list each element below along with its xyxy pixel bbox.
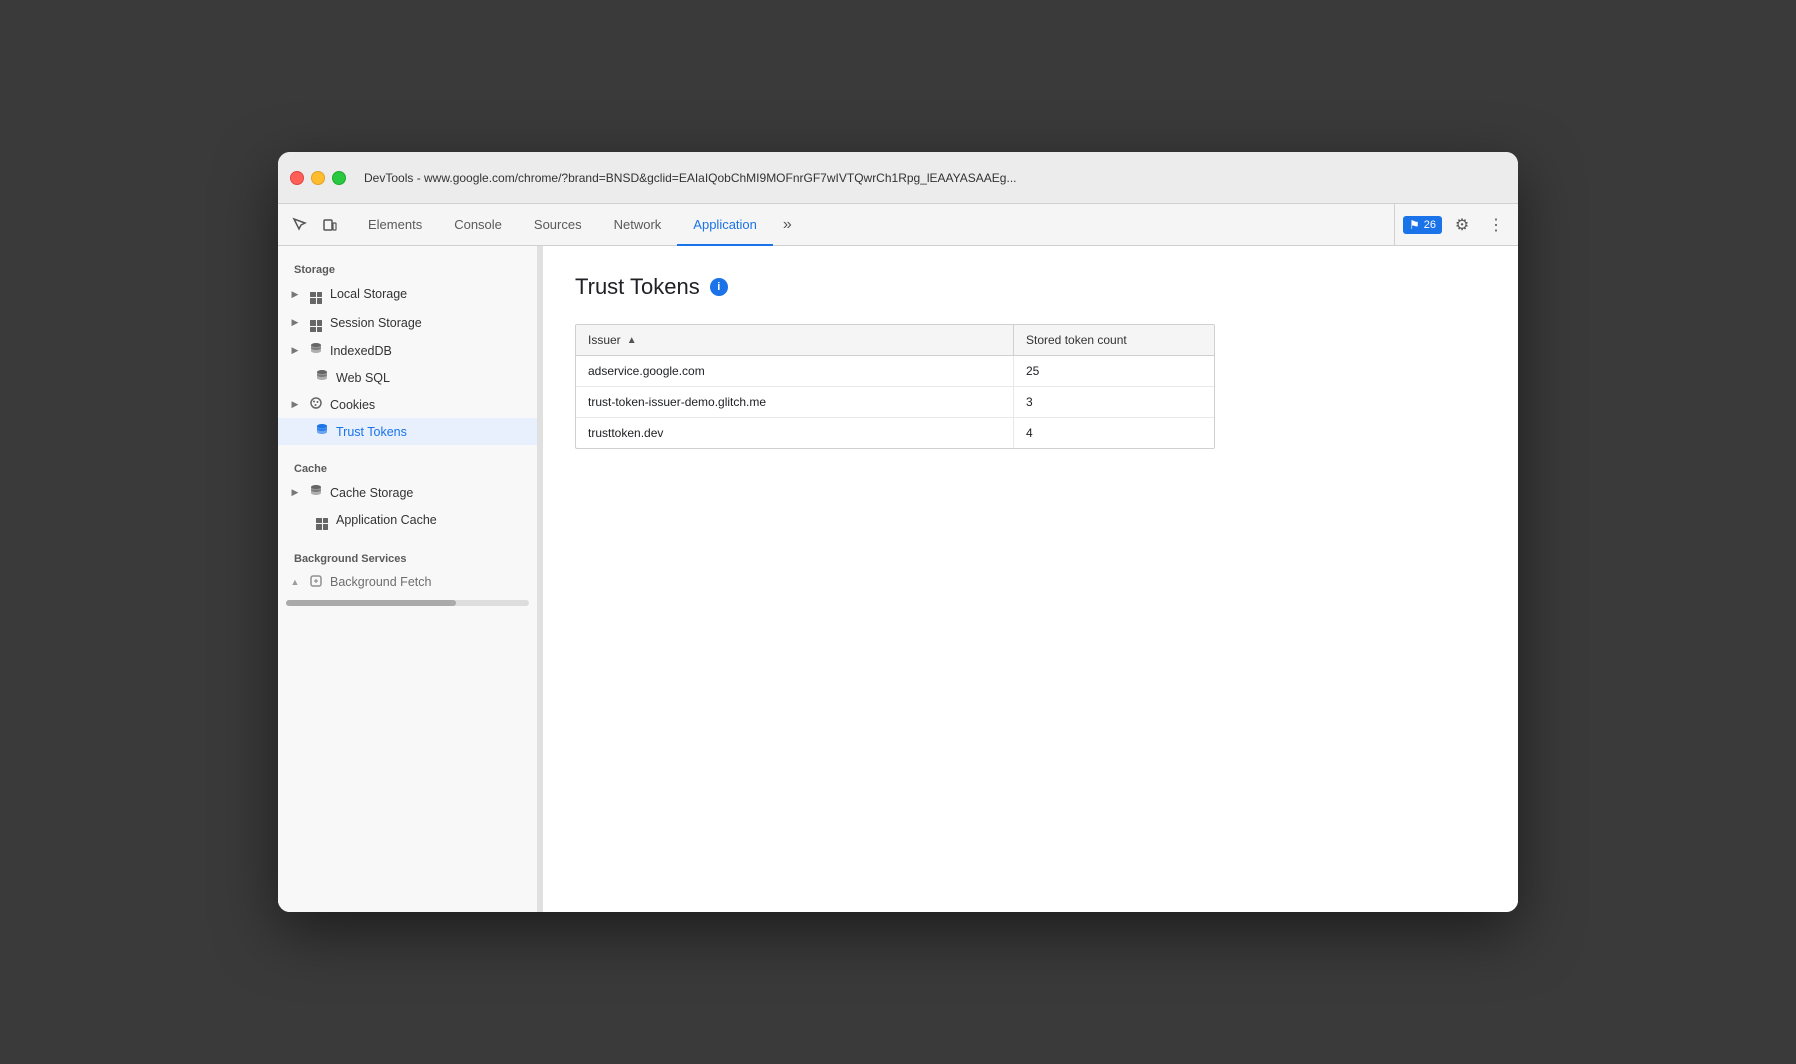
info-icon[interactable]: i	[710, 278, 728, 296]
table-header: Issuer ▲ Stored token count	[576, 325, 1214, 356]
settings-button[interactable]: ⚙	[1448, 211, 1476, 239]
device-icon[interactable]	[316, 211, 344, 239]
close-button[interactable]	[290, 171, 304, 185]
issuer-cell: trust-token-issuer-demo.glitch.me	[576, 387, 1014, 417]
expand-arrow: ▲	[288, 575, 302, 589]
tabbar-actions: ⚑ 26 ⚙ ⋮	[1394, 204, 1518, 245]
tab-more-button[interactable]: »	[773, 204, 802, 245]
content-area: Trust Tokens i Issuer ▲ Stored token cou…	[543, 246, 1518, 912]
indexeddb-icon	[308, 342, 324, 359]
sidebar-item-session-storage[interactable]: ▶ Session Storage	[278, 309, 537, 338]
sidebar-scrollbar[interactable]	[286, 600, 529, 606]
inspector-icon[interactable]	[286, 211, 314, 239]
sidebar-item-indexeddb[interactable]: ▶ IndexedDB	[278, 337, 537, 364]
local-storage-icon	[308, 285, 324, 304]
sidebar-item-local-storage[interactable]: ▶ Local Storage	[278, 280, 537, 309]
issues-badge[interactable]: ⚑ 26	[1403, 216, 1442, 234]
sidebar-item-cache-storage[interactable]: ▶ Cache Storage	[278, 479, 537, 506]
trust-tokens-table: Issuer ▲ Stored token count adservice.go…	[575, 324, 1215, 449]
issuer-cell: adservice.google.com	[576, 356, 1014, 386]
count-cell: 25	[1014, 356, 1214, 386]
sidebar: Storage ▶ Local Storage ▶ Session Storag…	[278, 246, 538, 912]
col-issuer-header[interactable]: Issuer ▲	[576, 325, 1014, 355]
page-title: Trust Tokens	[575, 274, 700, 300]
application-cache-icon	[314, 511, 330, 530]
more-options-button[interactable]: ⋮	[1482, 211, 1510, 239]
minimize-button[interactable]	[311, 171, 325, 185]
expand-arrow: ▶	[288, 287, 302, 301]
sidebar-item-application-cache[interactable]: Application Cache	[278, 506, 537, 535]
expand-arrow: ▶	[288, 486, 302, 500]
window-title: DevTools - www.google.com/chrome/?brand=…	[364, 171, 1506, 185]
cookies-icon	[308, 396, 324, 413]
count-cell: 4	[1014, 418, 1214, 448]
traffic-lights	[290, 171, 346, 185]
sidebar-item-websql[interactable]: Web SQL	[278, 364, 537, 391]
sort-arrow-icon: ▲	[627, 335, 637, 346]
sidebar-item-trust-tokens[interactable]: Trust Tokens	[278, 418, 537, 445]
table-row[interactable]: trust-token-issuer-demo.glitch.me 3	[576, 387, 1214, 418]
bg-fetch-label: Background Fetch	[330, 575, 431, 589]
tab-application[interactable]: Application	[677, 205, 773, 246]
bg-services-section-label: Background Services	[278, 543, 537, 569]
sidebar-scrollbar-thumb	[286, 600, 456, 606]
titlebar: DevTools - www.google.com/chrome/?brand=…	[278, 152, 1518, 204]
sidebar-item-cookies[interactable]: ▶ Cookies	[278, 391, 537, 418]
count-cell: 3	[1014, 387, 1214, 417]
session-storage-icon	[308, 314, 324, 333]
storage-section-label: Storage	[278, 254, 537, 280]
main-area: Storage ▶ Local Storage ▶ Session Storag…	[278, 246, 1518, 912]
bg-fetch-icon	[308, 574, 324, 591]
issuer-cell: trusttoken.dev	[576, 418, 1014, 448]
maximize-button[interactable]	[332, 171, 346, 185]
col-token-count-header[interactable]: Stored token count	[1014, 325, 1214, 355]
tabbar: Elements Console Sources Network Applica…	[278, 204, 1518, 246]
flag-icon: ⚑	[1409, 218, 1420, 232]
table-row[interactable]: adservice.google.com 25	[576, 356, 1214, 387]
sidebar-item-bg-fetch[interactable]: ▲ Background Fetch	[278, 569, 537, 596]
tabbar-tools	[278, 204, 352, 245]
websql-icon	[314, 369, 330, 386]
devtools-panel: Elements Console Sources Network Applica…	[278, 204, 1518, 912]
tab-console[interactable]: Console	[438, 205, 518, 246]
expand-arrow: ▶	[288, 316, 302, 330]
tab-sources[interactable]: Sources	[518, 205, 598, 246]
trust-tokens-icon	[314, 423, 330, 440]
tab-network[interactable]: Network	[598, 205, 678, 246]
devtools-window: DevTools - www.google.com/chrome/?brand=…	[278, 152, 1518, 912]
tabs-container: Elements Console Sources Network Applica…	[352, 204, 1394, 245]
expand-arrow: ▶	[288, 398, 302, 412]
cache-section-label: Cache	[278, 453, 537, 479]
tab-elements[interactable]: Elements	[352, 205, 438, 246]
cache-storage-icon	[308, 484, 324, 501]
expand-arrow: ▶	[288, 344, 302, 358]
page-title-row: Trust Tokens i	[575, 274, 1486, 300]
table-row[interactable]: trusttoken.dev 4	[576, 418, 1214, 448]
